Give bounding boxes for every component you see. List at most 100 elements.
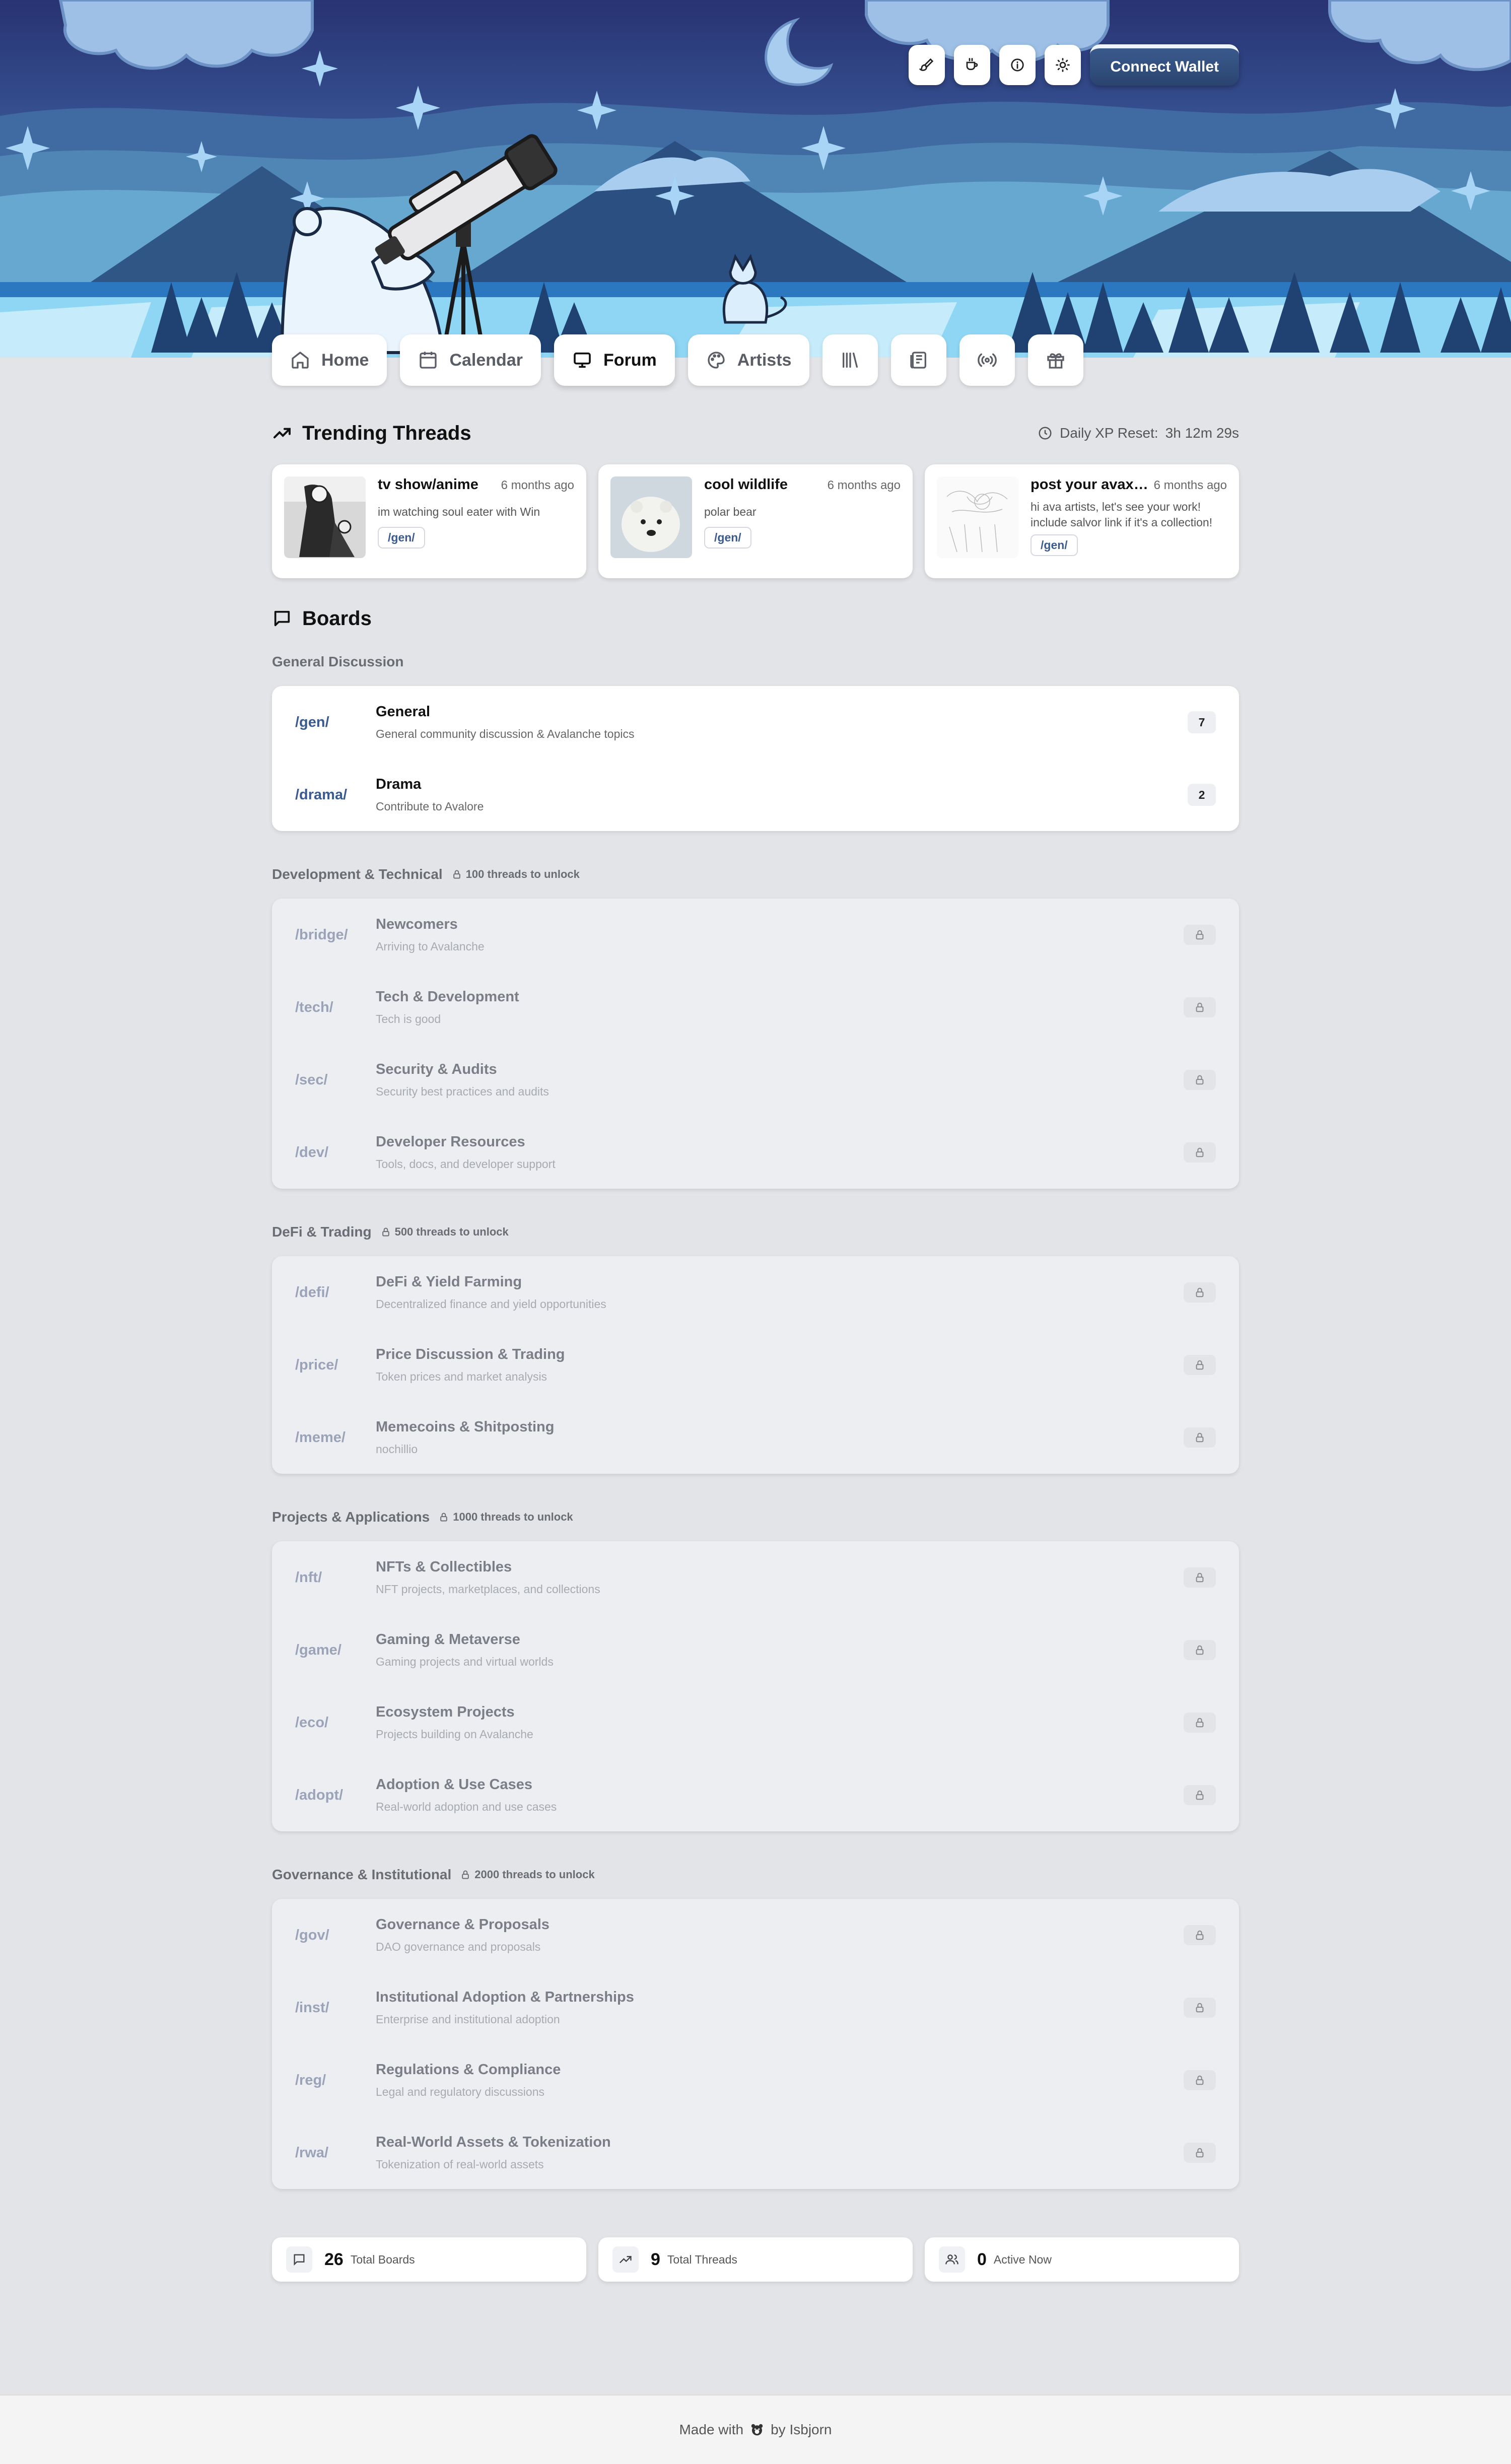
- tab-label: Calendar: [449, 350, 523, 370]
- board-info: NFTs & Collectibles NFT projects, marketp…: [376, 1559, 1184, 1596]
- board-row: /meme/Memecoins & Shitposting nochillio: [272, 1401, 1239, 1474]
- stat-label: Total Threads: [667, 2252, 737, 2266]
- tab-forum[interactable]: Forum: [554, 334, 675, 386]
- tab-gifts[interactable]: [1028, 334, 1084, 386]
- board-row: /adopt/Adoption & Use Cases Real-world ad…: [272, 1759, 1239, 1831]
- board-slug: /rwa/: [295, 2144, 329, 2161]
- board-slug: /bridge/: [295, 926, 348, 943]
- category-name: Development & Technical: [272, 866, 443, 882]
- thread-title: cool wildlife: [704, 476, 788, 493]
- board-slug: /nft/: [295, 1569, 322, 1586]
- board-slug: /game/: [295, 1641, 341, 1658]
- theme-toggle-button[interactable]: [1045, 45, 1081, 85]
- section-title-text: Boards: [302, 607, 372, 630]
- thread-board-tag[interactable]: /gen/: [704, 527, 751, 549]
- library-icon: [843, 353, 858, 368]
- board-description: Projects building on Avalanche: [376, 1728, 533, 1741]
- board-row: /gov/Governance & Proposals DAO governanc…: [272, 1899, 1239, 1971]
- thread-board-tag[interactable]: /gen/: [1031, 534, 1078, 557]
- board-slug: /meme/: [295, 1429, 346, 1446]
- boards-header: Boards: [272, 598, 1239, 639]
- message-square-icon: [274, 610, 290, 627]
- board-info: Gaming & Metaverse Gaming projects and vi…: [376, 1631, 1184, 1669]
- stat-label: Total Boards: [350, 2252, 415, 2266]
- gift-icon: [1047, 353, 1065, 369]
- board-description: Contribute to Avalore: [376, 800, 484, 813]
- board-info: Governance & Proposals DAO governance and…: [376, 1917, 1184, 1954]
- category-label: Development & Technical 100 threads to un…: [272, 862, 1239, 886]
- board-row[interactable]: /drama/Drama Contribute to Avalore 2: [272, 759, 1239, 831]
- board-row: /reg/Regulations & Compliance Legal and r…: [272, 2044, 1239, 2116]
- coffee-button[interactable]: [954, 45, 991, 85]
- board-name: Regulations & Compliance: [376, 2062, 561, 2078]
- lock-icon: [1196, 1002, 1204, 1012]
- thread-thumbnail: [937, 476, 1018, 558]
- lock-icon: [382, 1227, 389, 1237]
- winter-landscape-illustration: [0, 0, 1511, 358]
- board-locked-badge: [1184, 1427, 1216, 1448]
- board-locked-badge: [1184, 2143, 1216, 2163]
- thread-snippet: polar bear: [704, 505, 757, 518]
- thread-card[interactable]: cool wildlife 6 months ago polar bear /g…: [598, 464, 913, 578]
- tab-library[interactable]: [822, 334, 878, 386]
- info-button[interactable]: [999, 45, 1036, 85]
- clock-icon: [1039, 427, 1052, 440]
- board-locked-badge: [1184, 1355, 1216, 1375]
- board-name: Newcomers: [376, 916, 458, 932]
- board-slug: /inst/: [295, 1999, 329, 2016]
- thread-board-tag[interactable]: /gen/: [378, 527, 425, 549]
- monitor-icon: [574, 352, 591, 368]
- thread-snippet: hi ava artists, let's see your work! inc…: [1031, 500, 1213, 529]
- forum-content: Trending Threads Daily XP Reset: 3h 12m …: [272, 413, 1239, 2282]
- board-name: DeFi & Yield Farming: [376, 1274, 522, 1290]
- board-slug: /reg/: [295, 2072, 326, 2088]
- thread-time: 6 months ago: [1153, 478, 1227, 492]
- board-row: /defi/DeFi & Yield Farming Decentralized …: [272, 1256, 1239, 1329]
- trending-up-icon: [273, 428, 291, 439]
- board-list: /nft/NFTs & Collectibles NFT projects, ma…: [272, 1541, 1239, 1831]
- board-name: Adoption & Use Cases: [376, 1776, 532, 1793]
- theme-brush-button[interactable]: [909, 45, 945, 85]
- board-description: Tokenization of real-world assets: [376, 2158, 544, 2171]
- tab-home[interactable]: Home: [272, 334, 387, 386]
- board-row: /eco/Ecosystem Projects Projects building…: [272, 1686, 1239, 1759]
- thread-card[interactable]: post your avax art 6 months ago hi ava a…: [925, 464, 1239, 578]
- category-label: Governance & Institutional 2000 threads t…: [272, 1863, 1239, 1887]
- board-description: Decentralized finance and yield opportun…: [376, 1297, 606, 1311]
- board-slug: /eco/: [295, 1714, 329, 1731]
- tab-radio[interactable]: [959, 334, 1015, 386]
- connect-wallet-button[interactable]: Connect Wallet: [1090, 44, 1239, 86]
- footer-suffix: by Isbjorn: [771, 2422, 832, 2437]
- board-info: Developer Resources Tools, docs, and deve…: [376, 1134, 1184, 1171]
- tab-news[interactable]: [891, 334, 947, 386]
- thread-card[interactable]: tv show/anime 6 months ago im watching s…: [272, 464, 586, 578]
- trending-up-icon: [620, 2256, 632, 2263]
- lock-icon: [1196, 2148, 1204, 2158]
- board-slug: /tech/: [295, 999, 333, 1015]
- board-slug: /gen/: [295, 714, 329, 730]
- board-row: /bridge/Newcomers Arriving to Avalanche: [272, 899, 1239, 971]
- lock-icon: [1196, 1718, 1204, 1728]
- tab-label: Forum: [603, 350, 657, 370]
- polar-bear-image: [610, 476, 692, 558]
- board-description: Security best practices and audits: [376, 1085, 549, 1098]
- board-row[interactable]: /gen/General General community discussion…: [272, 686, 1239, 759]
- category-name: Projects & Applications: [272, 1509, 430, 1525]
- board-name: Developer Resources: [376, 1134, 525, 1150]
- lock-icon: [1196, 1572, 1204, 1583]
- board-description: Arriving to Avalanche: [376, 940, 485, 953]
- stat-icon: [612, 2246, 639, 2273]
- board-row: /tech/Tech & Development Tech is good: [272, 971, 1239, 1044]
- lock-icon: [1196, 1790, 1204, 1800]
- unlock-requirement: 500 threads to unlock: [381, 1225, 509, 1239]
- unlock-requirement-text: 2000 threads to unlock: [474, 1868, 595, 1881]
- board-locked-badge: [1184, 1713, 1216, 1733]
- anime-image: [284, 476, 366, 558]
- thread-time: 6 months ago: [827, 478, 901, 492]
- tab-artists[interactable]: Artists: [688, 334, 810, 386]
- category-name: Governance & Institutional: [272, 1867, 452, 1882]
- xp-reset-label: Daily XP Reset:: [1060, 425, 1158, 441]
- tab-calendar[interactable]: Calendar: [400, 334, 541, 386]
- board-description: Tech is good: [376, 1012, 441, 1025]
- stat-icon: [939, 2246, 965, 2273]
